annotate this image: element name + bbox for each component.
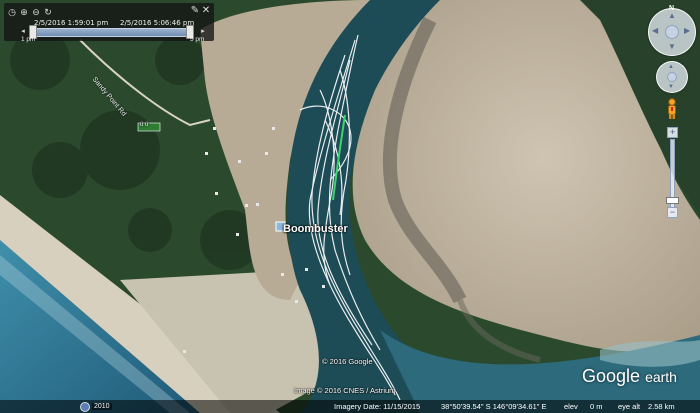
tour-year: 2010 bbox=[92, 403, 112, 410]
zoom-slider[interactable]: + − bbox=[666, 127, 679, 219]
wrench-icon[interactable]: ✎ bbox=[190, 6, 200, 16]
time-slider-track[interactable] bbox=[30, 28, 192, 37]
copyright-google: © 2016 Google bbox=[322, 357, 373, 366]
time-slider-panel: ◷ ⊕ ⊖ ↻ 2/5/2016 1:59:01 pm 2/5/2016 5:0… bbox=[4, 3, 214, 43]
zoom-in-button[interactable]: + bbox=[667, 127, 678, 138]
zoom-out-icon[interactable]: ⊖ bbox=[31, 7, 41, 17]
sign-marker-label: ü ü bbox=[140, 122, 149, 128]
zoom-in-icon[interactable]: ⊕ bbox=[19, 7, 29, 17]
coordinates: 38°50'39.54" S 146°09'34.61" E bbox=[441, 402, 547, 411]
historical-imagery-control[interactable]: 2010 bbox=[80, 401, 112, 412]
google-earth-logo: Google earth bbox=[582, 366, 677, 387]
look-down-arrow[interactable]: ▼ bbox=[668, 43, 676, 51]
logo-word-earth: earth bbox=[645, 369, 677, 385]
place-label-boombuster[interactable]: Boombuster bbox=[283, 223, 348, 235]
imagery-date: Imagery Date: 11/15/2015 bbox=[334, 402, 421, 411]
compass-icon[interactable] bbox=[665, 25, 679, 39]
zoom-knob[interactable] bbox=[666, 197, 679, 204]
refresh-icon[interactable]: ↻ bbox=[43, 7, 53, 17]
eye-alt-value: 2.58 km bbox=[648, 402, 675, 411]
pan-icon[interactable] bbox=[667, 72, 677, 82]
end-datetime: 2/5/2016 5:06:46 pm bbox=[120, 19, 195, 27]
elevation-value: 0 m bbox=[590, 402, 603, 411]
historical-imagery-icon[interactable] bbox=[80, 401, 90, 412]
look-left-arrow[interactable]: ◀ bbox=[652, 27, 658, 35]
logo-word-google: Google bbox=[582, 366, 641, 386]
start-datetime: 2/5/2016 1:59:01 pm bbox=[34, 19, 109, 27]
clock-icon[interactable]: ◷ bbox=[7, 7, 17, 17]
end-hour-label: 5 pm bbox=[190, 36, 205, 43]
close-icon[interactable]: ✕ bbox=[201, 6, 211, 16]
move-up-arrow[interactable]: ▲ bbox=[668, 63, 674, 71]
move-control[interactable]: ▲ ▼ bbox=[656, 61, 688, 93]
satellite-map[interactable] bbox=[0, 0, 700, 413]
zoom-out-button[interactable]: − bbox=[667, 207, 678, 218]
north-indicator: N bbox=[669, 5, 675, 12]
move-down-arrow[interactable]: ▼ bbox=[668, 83, 674, 91]
eye-alt-label: eye alt bbox=[618, 402, 641, 411]
look-control[interactable]: ▲ ▼ ◀ ▶ N bbox=[648, 5, 696, 56]
elevation-label: elev bbox=[564, 402, 578, 411]
look-right-arrow[interactable]: ▶ bbox=[684, 27, 690, 35]
copyright-image: Image © 2016 CNES / Astrium bbox=[294, 386, 396, 395]
start-hour-label: 1 pm bbox=[21, 36, 36, 43]
street-view-pegman-icon[interactable] bbox=[666, 98, 678, 120]
look-up-arrow[interactable]: ▲ bbox=[668, 12, 676, 20]
